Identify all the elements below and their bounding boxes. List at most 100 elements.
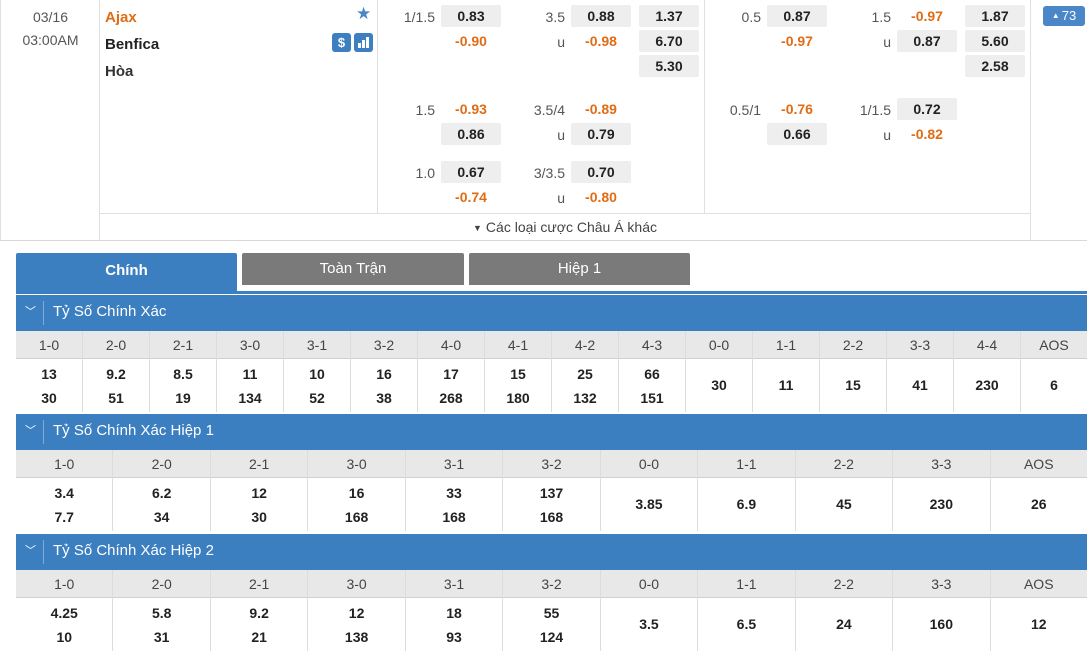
handicap-home-odds[interactable]: -0.76 [767, 98, 827, 120]
over-odds[interactable]: 0.88 [571, 5, 631, 27]
handicap-home-odds[interactable]: 0.67 [441, 161, 501, 183]
home-score-odds[interactable]: 8.5 [150, 366, 216, 382]
home-score-odds[interactable]: 6.2 [113, 485, 209, 501]
away-score-odds[interactable]: 30 [211, 509, 307, 525]
away-score-odds[interactable]: 168 [406, 509, 502, 525]
section-header[interactable]: ﹀ Tỷ Số Chính Xác [16, 295, 1087, 331]
home-score-odds[interactable]: 25 [552, 366, 618, 382]
home-score-odds[interactable]: 13 [16, 366, 82, 382]
under-odds[interactable]: -0.80 [571, 186, 631, 208]
draw-score-odds[interactable]: 3.85 [601, 496, 697, 512]
away-score-odds[interactable]: 52 [284, 390, 350, 406]
draw-score-odds[interactable]: 230 [893, 496, 989, 512]
dollar-icon[interactable]: $ [332, 33, 351, 52]
tab-hiep-1[interactable]: Hiệp 1 [469, 253, 690, 285]
under-odds[interactable]: -0.82 [897, 123, 957, 145]
draw-score-odds[interactable]: 11 [753, 377, 819, 393]
chevron-down-icon[interactable]: ﹀ [25, 534, 39, 568]
under-odds[interactable]: 0.87 [897, 30, 957, 52]
1x2-home-odds[interactable]: 1.37 [639, 5, 699, 27]
draw-score-odds[interactable]: 160 [893, 616, 989, 632]
home-score-odds[interactable]: 66 [619, 366, 685, 382]
away-team-name[interactable]: Benfica [105, 36, 159, 53]
section-header[interactable]: ﹀ Tỷ Số Chính Xác Hiệp 2 [16, 534, 1087, 570]
away-score-odds[interactable]: 168 [503, 509, 599, 525]
stats-chart-icon[interactable] [354, 33, 373, 52]
away-score-odds[interactable]: 21 [211, 629, 307, 645]
over-odds[interactable]: 0.70 [571, 161, 631, 183]
home-score-odds[interactable]: 55 [503, 605, 599, 621]
1x2-home-odds[interactable]: 1.87 [965, 5, 1025, 27]
draw-score-odds[interactable]: 6.9 [698, 496, 794, 512]
handicap-home-odds[interactable]: 0.87 [767, 5, 827, 27]
home-score-odds[interactable]: 16 [308, 485, 404, 501]
home-score-odds[interactable]: 3.4 [16, 485, 112, 501]
over-odds[interactable]: -0.97 [897, 5, 957, 27]
away-score-odds[interactable]: 7.7 [16, 509, 112, 525]
away-score-odds[interactable]: 51 [83, 390, 149, 406]
away-score-odds[interactable]: 168 [308, 509, 404, 525]
away-score-odds[interactable]: 134 [217, 390, 283, 406]
draw-score-odds[interactable]: 30 [686, 377, 752, 393]
favorite-star-icon[interactable]: ★ [356, 5, 372, 22]
home-score-odds[interactable]: 5.8 [113, 605, 209, 621]
home-score-odds[interactable]: 9.2 [211, 605, 307, 621]
handicap-away-odds[interactable]: -0.97 [767, 30, 827, 52]
home-score-odds[interactable]: 15 [485, 366, 551, 382]
away-score-odds[interactable]: 38 [351, 390, 417, 406]
away-score-odds[interactable]: 268 [418, 390, 484, 406]
section-header[interactable]: ﹀ Tỷ Số Chính Xác Hiệp 1 [16, 414, 1087, 450]
draw-score-odds[interactable]: 3.5 [601, 616, 697, 632]
draw-score-odds[interactable]: 26 [991, 496, 1087, 512]
away-score-odds[interactable]: 34 [113, 509, 209, 525]
over-odds[interactable]: 0.72 [897, 98, 957, 120]
home-score-odds[interactable]: 10 [284, 366, 350, 382]
home-score-odds[interactable]: 9.2 [83, 366, 149, 382]
away-score-odds[interactable]: 138 [308, 629, 404, 645]
home-team-name[interactable]: Ajax [105, 9, 137, 26]
handicap-away-odds[interactable]: 0.86 [441, 123, 501, 145]
draw-score-odds[interactable]: 6 [1021, 377, 1087, 393]
more-markets-button[interactable]: ▲ 73 [1043, 6, 1085, 26]
home-score-odds[interactable]: 33 [406, 485, 502, 501]
away-score-odds[interactable]: 124 [503, 629, 599, 645]
draw-score-odds[interactable]: 41 [887, 377, 953, 393]
draw-score-odds[interactable]: 6.5 [698, 616, 794, 632]
1x2-draw-odds[interactable]: 5.30 [639, 55, 699, 77]
home-score-odds[interactable]: 18 [406, 605, 502, 621]
handicap-home-odds[interactable]: -0.93 [441, 98, 501, 120]
away-score-odds[interactable]: 93 [406, 629, 502, 645]
1x2-away-odds[interactable]: 6.70 [639, 30, 699, 52]
under-odds[interactable]: 0.79 [571, 123, 631, 145]
home-score-odds[interactable]: 12 [211, 485, 307, 501]
handicap-away-odds[interactable]: 0.66 [767, 123, 827, 145]
handicap-home-odds[interactable]: 0.83 [441, 5, 501, 27]
1x2-draw-odds[interactable]: 2.58 [965, 55, 1025, 77]
draw-score-odds[interactable]: 12 [991, 616, 1087, 632]
draw-score-odds[interactable]: 24 [796, 616, 892, 632]
tab-chinh[interactable]: Chính [16, 253, 237, 291]
home-score-odds[interactable]: 12 [308, 605, 404, 621]
handicap-away-odds[interactable]: -0.90 [441, 30, 501, 52]
away-score-odds[interactable]: 19 [150, 390, 216, 406]
over-odds[interactable]: -0.89 [571, 98, 631, 120]
under-odds[interactable]: -0.98 [571, 30, 631, 52]
chevron-down-icon[interactable]: ﹀ [25, 414, 39, 448]
away-score-odds[interactable]: 10 [16, 629, 112, 645]
away-score-odds[interactable]: 30 [16, 390, 82, 406]
home-score-odds[interactable]: 11 [217, 366, 283, 382]
draw-score-odds[interactable]: 45 [796, 496, 892, 512]
home-score-odds[interactable]: 17 [418, 366, 484, 382]
draw-score-odds[interactable]: 230 [954, 377, 1020, 393]
1x2-away-odds[interactable]: 5.60 [965, 30, 1025, 52]
away-score-odds[interactable]: 132 [552, 390, 618, 406]
handicap-away-odds[interactable]: -0.74 [441, 186, 501, 208]
away-score-odds[interactable]: 31 [113, 629, 209, 645]
home-score-odds[interactable]: 4.25 [16, 605, 112, 621]
chevron-down-icon[interactable]: ﹀ [25, 295, 39, 329]
away-score-odds[interactable]: 180 [485, 390, 551, 406]
more-asian-bets-toggle[interactable]: ▼ Các loại cược Châu Á khác [99, 213, 1031, 240]
home-score-odds[interactable]: 16 [351, 366, 417, 382]
draw-score-odds[interactable]: 15 [820, 377, 886, 393]
home-score-odds[interactable]: 137 [503, 485, 599, 501]
